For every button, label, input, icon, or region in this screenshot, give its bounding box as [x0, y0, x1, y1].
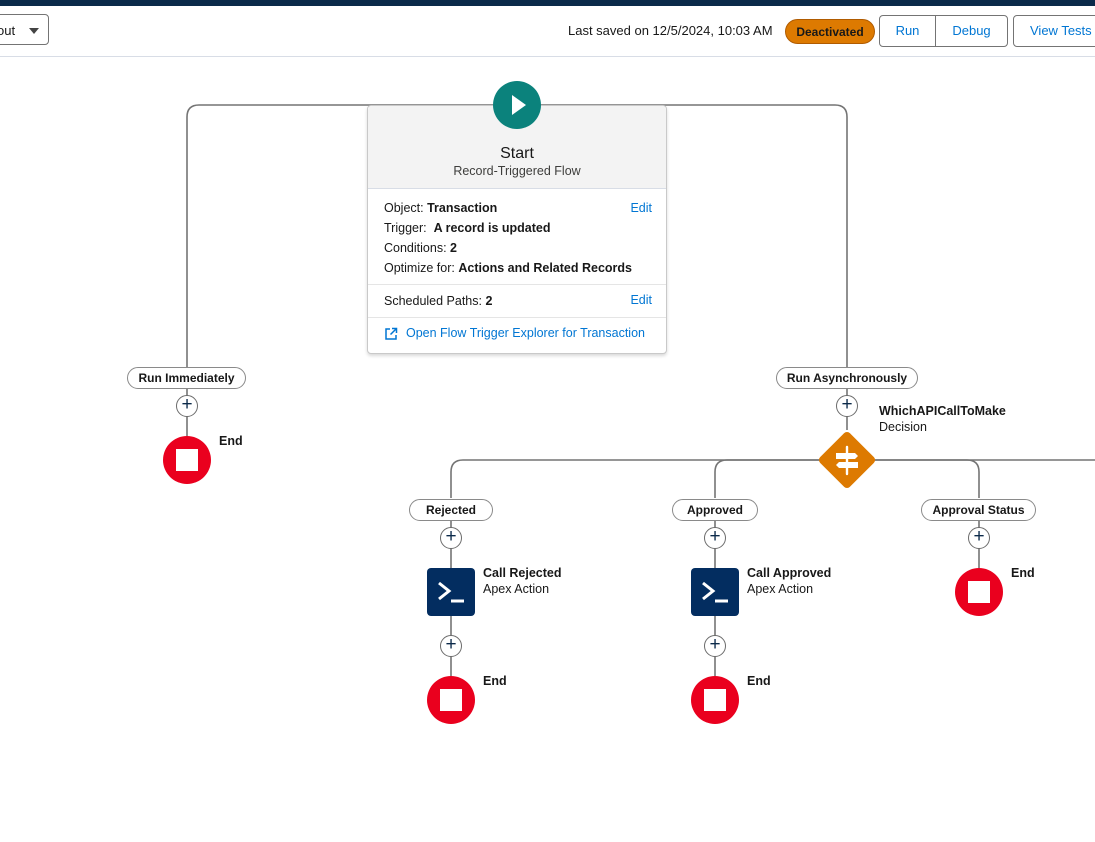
connector-rejected — [450, 459, 847, 498]
play-icon — [512, 95, 526, 115]
apex-action-node-rejected[interactable] — [427, 568, 475, 616]
end-label: End — [219, 434, 243, 448]
external-link-icon — [385, 327, 398, 340]
end-node[interactable] — [955, 568, 1003, 616]
start-node[interactable] — [493, 81, 541, 129]
path-run-immediately[interactable]: Run Immediately — [127, 367, 246, 389]
stop-icon — [704, 689, 726, 711]
stop-icon — [176, 449, 198, 471]
terminal-icon — [702, 581, 728, 603]
outcome-approval-status[interactable]: Approval Status — [921, 499, 1036, 521]
edit-scheduled-paths-link[interactable]: Edit — [630, 293, 652, 307]
add-element-button[interactable]: + — [704, 527, 726, 549]
optimize-value: Actions and Related Records — [458, 261, 632, 275]
action-name-approved: Call Approved — [747, 566, 832, 580]
add-element-button[interactable]: + — [440, 635, 462, 657]
terminal-icon — [438, 581, 464, 603]
outcome-rejected[interactable]: Rejected — [409, 499, 493, 521]
divider — [368, 317, 666, 318]
add-element-button[interactable]: + — [968, 527, 990, 549]
conditions-row: Conditions: 2 — [384, 241, 457, 255]
scheduled-label: Scheduled Paths: — [384, 294, 482, 308]
action-name-rejected: Call Rejected — [483, 566, 562, 580]
end-label: End — [483, 674, 507, 688]
object-row: Object: Transaction — [384, 201, 497, 215]
scheduled-paths-row: Scheduled Paths: 2 — [384, 294, 492, 308]
start-subtitle: Record-Triggered Flow — [453, 164, 581, 178]
conditions-value: 2 — [450, 241, 457, 255]
trigger-row: Trigger: A record is updated — [384, 221, 550, 235]
object-label: Object: — [384, 201, 424, 215]
conditions-label: Conditions: — [384, 241, 447, 255]
divider — [368, 284, 666, 285]
action-type: Apex Action — [483, 582, 550, 596]
start-title: Start — [500, 145, 534, 162]
add-element-button[interactable]: + — [836, 395, 858, 417]
end-label: End — [1011, 566, 1035, 580]
trigger-explorer-label: Open Flow Trigger Explorer for Transacti… — [406, 326, 645, 340]
start-element-card[interactable]: Start Record-Triggered Flow Object: Tran… — [367, 105, 667, 354]
stop-icon — [968, 581, 990, 603]
trigger-value: A record is updated — [433, 221, 551, 235]
action-type: Apex Action — [747, 582, 814, 596]
add-element-button[interactable]: + — [704, 635, 726, 657]
optimize-label: Optimize for: — [384, 261, 455, 275]
trigger-label: Trigger: — [384, 221, 427, 235]
stop-icon — [440, 689, 462, 711]
apex-action-node-approved[interactable] — [691, 568, 739, 616]
end-label: End — [747, 674, 771, 688]
trigger-explorer-link[interactable]: Open Flow Trigger Explorer for Transacti… — [384, 326, 645, 340]
outcome-approved[interactable]: Approved — [672, 499, 758, 521]
add-element-button[interactable]: + — [440, 527, 462, 549]
object-value: Transaction — [427, 201, 498, 215]
optimize-row: Optimize for: Actions and Related Record… — [384, 261, 632, 275]
end-node[interactable] — [691, 676, 739, 724]
decision-type: Decision — [879, 420, 927, 434]
end-node[interactable] — [427, 676, 475, 724]
scheduled-value: 2 — [485, 294, 493, 308]
path-run-asynchronously[interactable]: Run Asynchronously — [776, 367, 918, 389]
add-element-button[interactable]: + — [176, 395, 198, 417]
end-node[interactable] — [163, 436, 211, 484]
edit-trigger-link[interactable]: Edit — [630, 201, 652, 215]
decision-name: WhichAPICallToMake — [879, 404, 1006, 418]
decision-node[interactable] — [817, 430, 876, 489]
